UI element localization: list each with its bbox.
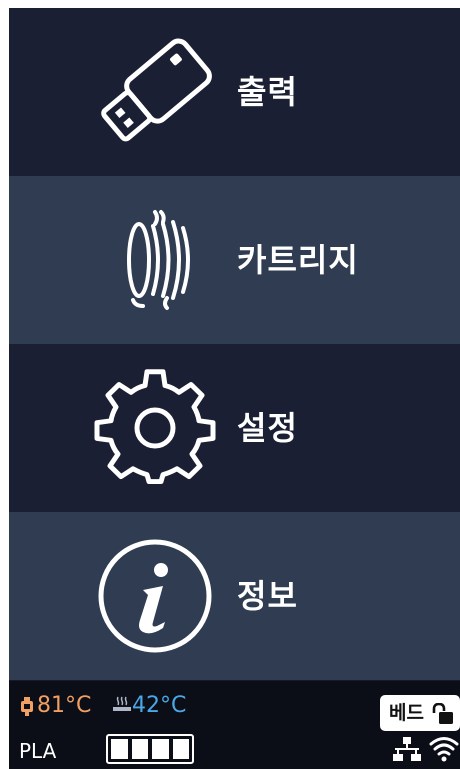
- unlocked-padlock-icon: [432, 703, 453, 724]
- gauge-segment: [111, 739, 128, 759]
- gear-icon: [94, 369, 216, 484]
- gauge-segment: [152, 739, 169, 759]
- menu-item-print[interactable]: 출력: [9, 8, 460, 176]
- menu-item-label: 출력: [237, 73, 298, 111]
- gauge-segment: [172, 739, 189, 759]
- menu-item-label: 설정: [237, 409, 298, 447]
- filament-spool-icon: [127, 210, 190, 310]
- menu-item-settings[interactable]: 설정: [9, 344, 460, 512]
- material-label: PLA: [19, 739, 57, 763]
- gauge-segment: [131, 739, 148, 759]
- bed-temperature: 42°C: [132, 693, 187, 718]
- menu-item-cartridge[interactable]: 카트리지: [9, 176, 460, 344]
- bed-lock-label: 베드: [389, 702, 424, 724]
- nozzle-icon: [21, 697, 33, 716]
- filament-level-gauge: [106, 734, 194, 764]
- nozzle-temperature: 81°C: [37, 693, 92, 718]
- bed-lock-button[interactable]: 베드: [380, 695, 460, 731]
- menu-item-info[interactable]: 정보: [9, 512, 460, 680]
- info-icon: [98, 539, 212, 653]
- menu-item-label: 정보: [237, 577, 298, 615]
- wifi-icon: [429, 737, 459, 762]
- usb-drive-icon: [101, 38, 212, 142]
- heated-bed-icon: [113, 696, 131, 711]
- status-bar: 81°C 42°C 베드 PLA: [9, 681, 460, 769]
- menu-item-label: 카트리지: [237, 241, 359, 279]
- wired-network-icon: [393, 737, 421, 761]
- printer-screen: 출력 카트리지 설정 정보 81°C 42°C 베드 PLA: [9, 8, 460, 769]
